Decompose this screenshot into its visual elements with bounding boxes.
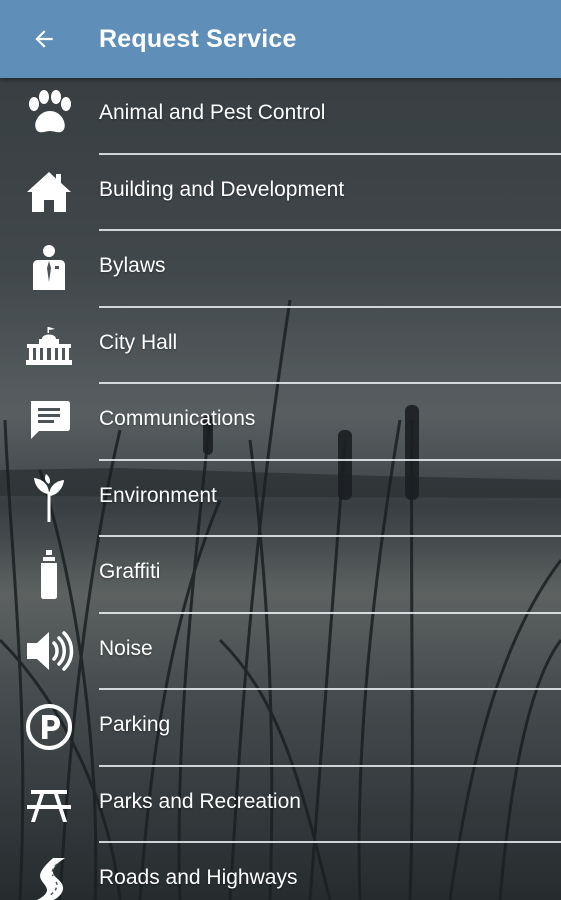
service-label: Roads and Highways xyxy=(99,866,298,889)
service-label: Graffiti xyxy=(99,560,161,583)
app-bar: Request Service xyxy=(0,0,561,78)
arrow-left-icon xyxy=(35,30,53,48)
service-label: Communications xyxy=(99,407,256,430)
service-item-environment[interactable]: Environment xyxy=(0,461,561,537)
service-label: Parks and Recreation xyxy=(99,789,301,813)
paw-icon xyxy=(20,86,78,144)
service-label: Noise xyxy=(99,636,153,660)
service-label: Bylaws xyxy=(99,254,166,277)
service-item-graffiti[interactable]: Graffiti xyxy=(0,537,561,614)
service-label: Environment xyxy=(99,483,217,507)
service-item-animal-pest-control[interactable]: Animal and Pest Control xyxy=(0,78,561,155)
house-icon xyxy=(20,163,78,221)
road-icon xyxy=(20,851,78,900)
service-item-bylaws[interactable]: Bylaws xyxy=(0,231,561,308)
parking-icon xyxy=(20,698,78,756)
service-label: Building and Development xyxy=(99,177,345,201)
spray-can-icon xyxy=(20,545,78,603)
back-button[interactable] xyxy=(22,19,66,59)
officer-icon xyxy=(20,239,78,297)
page-title: Request Service xyxy=(99,25,297,53)
service-label: Parking xyxy=(99,713,171,736)
service-item-communications[interactable]: Communications xyxy=(0,384,561,461)
service-item-noise[interactable]: Noise xyxy=(0,614,561,690)
city-hall-icon xyxy=(20,316,78,374)
speaker-icon xyxy=(20,622,78,680)
service-label: City Hall xyxy=(99,330,178,354)
service-label: Animal and Pest Control xyxy=(99,101,326,124)
service-item-parking[interactable]: Parking xyxy=(0,690,561,767)
service-item-city-hall[interactable]: City Hall xyxy=(0,308,561,384)
service-item-roads-highways[interactable]: Roads and Highways xyxy=(0,843,561,900)
service-list: Animal and Pest Control Building and Dev… xyxy=(0,78,561,900)
service-item-building-development[interactable]: Building and Development xyxy=(0,155,561,231)
picnic-table-icon xyxy=(20,775,78,833)
sprout-icon xyxy=(20,469,78,527)
speech-bubble-icon xyxy=(20,392,78,450)
service-item-parks-recreation[interactable]: Parks and Recreation xyxy=(0,767,561,843)
